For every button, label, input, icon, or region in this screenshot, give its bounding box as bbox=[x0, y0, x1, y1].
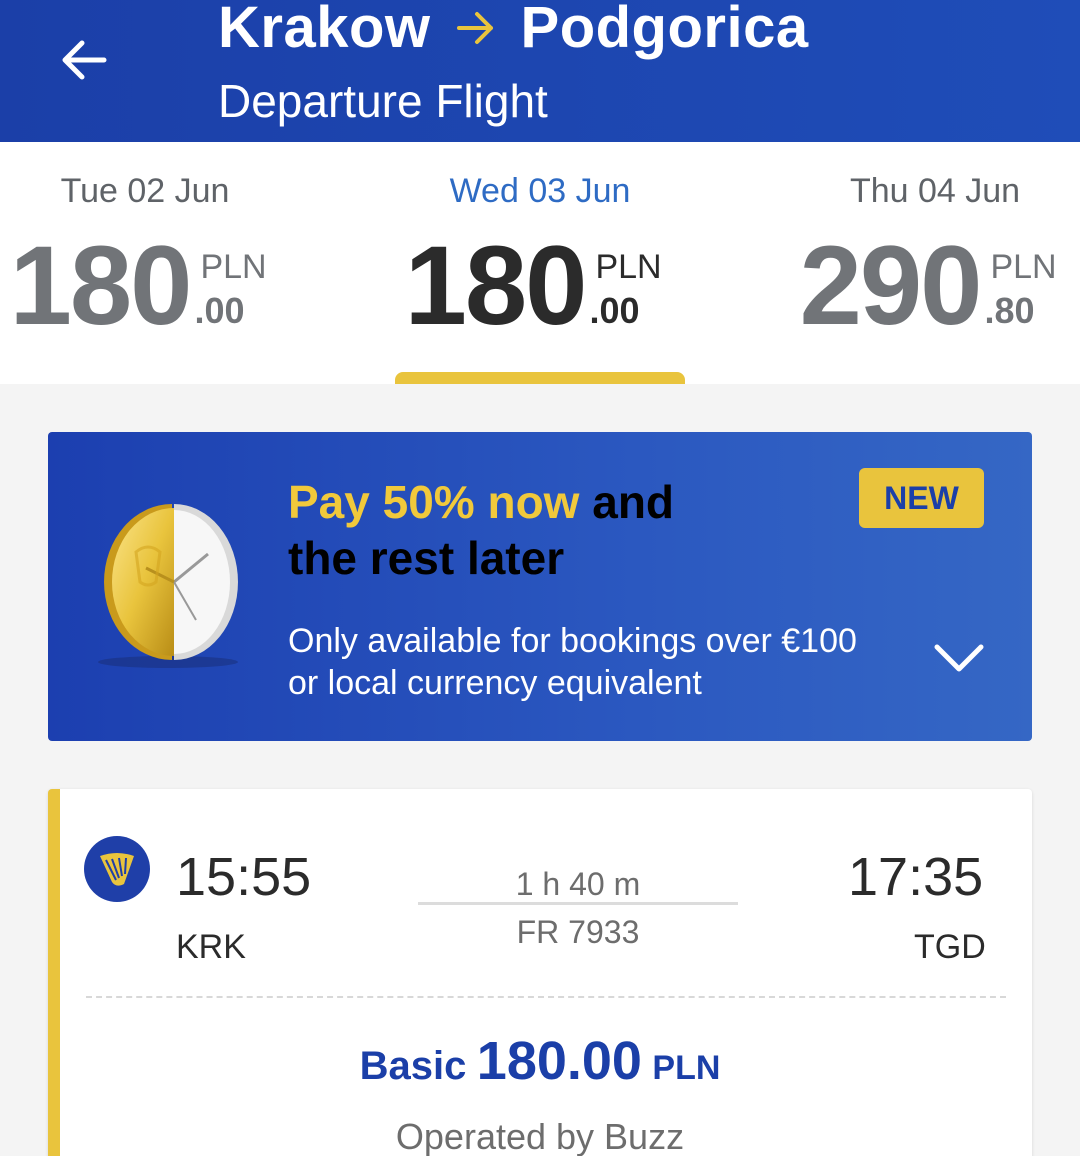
date-option-wed-03[interactable]: Wed 03 Jun 180 PLN .00 bbox=[375, 142, 705, 384]
page-subtitle: Departure Flight bbox=[218, 75, 548, 127]
duration-divider bbox=[418, 902, 738, 905]
date-price-currency: PLN bbox=[200, 248, 267, 286]
back-arrow-icon bbox=[62, 40, 107, 80]
date-selector: Tue 02 Jun 180 PLN .00 Wed 03 Jun 180 PL… bbox=[0, 142, 1080, 384]
date-label: Thu 04 Jun bbox=[849, 172, 1021, 210]
route-title: Krakow Podgorica bbox=[218, 0, 809, 61]
route-arrow-icon bbox=[455, 7, 497, 49]
promo-title-rest: and bbox=[579, 476, 675, 528]
date-label: Wed 03 Jun bbox=[449, 172, 631, 210]
flight-duration: 1 h 40 m bbox=[515, 866, 641, 902]
date-price-decimal: .00 bbox=[589, 290, 640, 331]
back-button[interactable] bbox=[52, 28, 116, 92]
fare-type: Basic bbox=[359, 1044, 467, 1088]
date-label: Tue 02 Jun bbox=[60, 172, 230, 210]
new-badge: NEW bbox=[859, 468, 984, 528]
promo-title-line-2: the rest later bbox=[288, 532, 565, 584]
promo-description: Only available for bookings over €100 or… bbox=[288, 620, 857, 704]
date-option-thu-04[interactable]: Thu 04 Jun 290 PLN .80 bbox=[770, 142, 1080, 384]
fare-amount: 180.00 bbox=[476, 1031, 642, 1091]
chevron-down-icon bbox=[934, 644, 984, 672]
date-price-currency: PLN bbox=[595, 248, 662, 286]
date-option-tue-02[interactable]: Tue 02 Jun 180 PLN .00 bbox=[0, 142, 310, 384]
app-header: Krakow Podgorica Departure Flight bbox=[0, 0, 1080, 142]
date-price-main: 180 bbox=[9, 223, 193, 348]
arrival-time: 17:35 bbox=[848, 847, 984, 907]
date-price-decimal: .80 bbox=[984, 290, 1035, 331]
date-price-main: 180 bbox=[404, 223, 588, 348]
flight-card[interactable] bbox=[48, 789, 1032, 1156]
fare-currency: PLN bbox=[652, 1049, 721, 1087]
arrival-airport-code: TGD bbox=[914, 928, 986, 966]
departure-airport-code: KRK bbox=[176, 928, 246, 966]
ryanair-harp-logo bbox=[84, 836, 150, 902]
coin-clock-icon bbox=[98, 504, 238, 668]
departure-time: 15:55 bbox=[176, 847, 312, 907]
promo-desc-line-1: Only available for bookings over €100 bbox=[288, 622, 857, 660]
date-price-currency: PLN bbox=[990, 248, 1057, 286]
promo-title-highlight: Pay 50% now bbox=[288, 476, 580, 528]
flight-number: FR 7933 bbox=[516, 914, 640, 950]
promo-title: Pay 50% now and the rest later bbox=[288, 474, 674, 586]
origin-city: Krakow bbox=[218, 0, 431, 60]
date-price-main: 290 bbox=[799, 223, 983, 348]
destination-city: Podgorica bbox=[520, 0, 809, 60]
operated-by: Operated by Buzz bbox=[395, 1116, 685, 1156]
selected-date-indicator bbox=[395, 372, 685, 384]
fare-price: Basic 180.00 PLN bbox=[0, 1030, 1080, 1092]
date-price-decimal: .00 bbox=[194, 290, 245, 331]
promo-desc-line-2: or local currency equivalent bbox=[288, 664, 702, 702]
expand-promo-button[interactable] bbox=[932, 636, 986, 680]
card-dashed-divider bbox=[86, 996, 1006, 998]
